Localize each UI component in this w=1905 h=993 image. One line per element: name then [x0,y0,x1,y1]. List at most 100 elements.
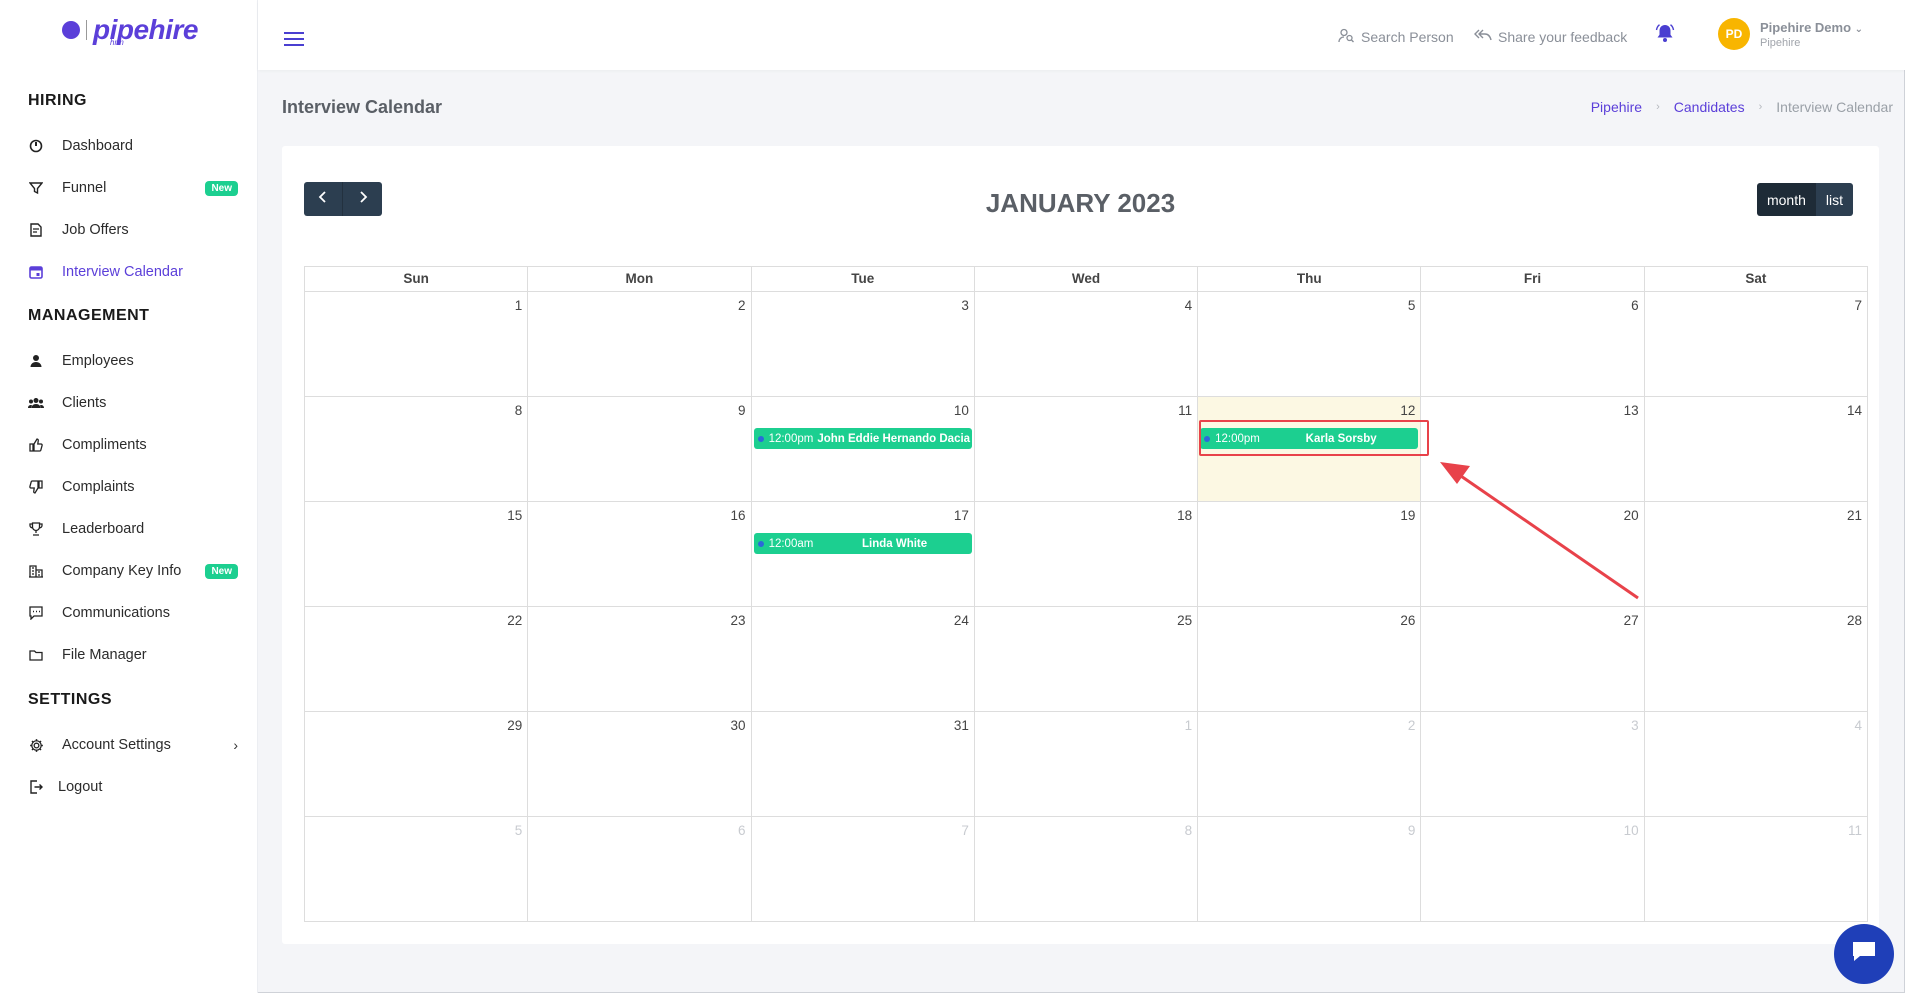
day-number: 21 [1846,508,1862,523]
sidebar-item-clients[interactable]: Clients [28,390,238,416]
calendar-day-today[interactable]: 12 12:00pm Karla Sorsby [1198,397,1422,502]
day-number: 12 [1400,403,1416,418]
calendar-day[interactable]: 5 [1198,292,1422,397]
sidebar-item-job-offers[interactable]: Job Offers [28,217,238,243]
breadcrumb-candidates[interactable]: Candidates [1674,99,1745,115]
calendar-day[interactable]: 16 [528,502,752,607]
calendar-day[interactable]: 18 [974,502,1199,607]
sidebar-item-communications[interactable]: Communications [28,600,238,626]
profile-menu[interactable]: PD Pipehire Demo ⌄ Pipehire [1718,18,1863,50]
day-number: 14 [1846,403,1862,418]
calendar-day[interactable]: 28 [1644,607,1868,712]
profile-name: Pipehire Demo [1760,19,1852,35]
share-feedback-link[interactable]: Share your feedback [1474,28,1627,45]
sidebar-item-dashboard[interactable]: Dashboard [28,133,238,159]
calendar-day[interactable]: 31 [751,712,975,817]
calendar-day[interactable]: 9 [528,397,752,502]
calendar-event[interactable]: 12:00am Linda White [753,533,972,554]
calendar-day-other-month[interactable]: 5 [305,817,529,922]
day-number: 22 [507,613,523,628]
day-number: 15 [507,508,523,523]
calendar-day[interactable]: 14 [1644,397,1868,502]
calendar-day-other-month[interactable]: 10 [1421,817,1645,922]
calendar-day[interactable]: 1 [305,292,529,397]
day-number: 2 [738,298,746,313]
calendar-day-other-month[interactable]: 2 [1198,712,1422,817]
breadcrumb-pipehire[interactable]: Pipehire [1591,99,1642,115]
brand-logo[interactable]: pipehire [62,14,198,46]
new-badge: New [205,563,238,579]
calendar-day[interactable]: 30 [528,712,752,817]
sidebar-item-label: Account Settings [62,737,171,753]
calendar-day-other-month[interactable]: 9 [1198,817,1422,922]
chevron-right-icon: › [233,737,238,753]
search-person-link[interactable]: Search Person [1338,28,1454,46]
sidebar-item-label: Compliments [62,437,147,453]
chat-widget-button[interactable] [1834,924,1894,984]
sidebar-item-label: Dashboard [62,138,133,154]
brand-name: pipehire [93,14,198,45]
calendar-day[interactable]: 8 [305,397,529,502]
calendar-day-other-month[interactable]: 4 [1644,712,1868,817]
calendar-day[interactable]: 2 [528,292,752,397]
calendar-day[interactable]: 19 [1198,502,1422,607]
calendar-day[interactable]: 22 [305,607,529,712]
day-number: 4 [1854,718,1862,733]
calendar-day[interactable]: 10 12:00pm John Eddie Hernando Dacia [751,397,975,502]
calendar-day[interactable]: 7 [1644,292,1868,397]
calendar-day-other-month[interactable]: 3 [1421,712,1645,817]
sidebar-item-compliments[interactable]: Compliments [28,432,238,458]
calendar-event[interactable]: 12:00pm Karla Sorsby [1200,428,1419,449]
day-number: 18 [1177,508,1193,523]
sidebar-item-complaints[interactable]: Complaints [28,474,238,500]
month-view-button[interactable]: month [1756,183,1816,216]
calendar-day[interactable]: 6 [1421,292,1645,397]
calendar-day[interactable]: 24 [751,607,975,712]
calendar-day[interactable]: 13 [1421,397,1645,502]
calendar-day[interactable]: 25 [974,607,1199,712]
calendar-day[interactable]: 17 12:00am Linda White [751,502,975,607]
calendar-day-other-month[interactable]: 1 [974,712,1199,817]
sidebar-item-label: Clients [62,395,107,411]
bell-icon[interactable] [1654,22,1676,44]
sidebar-item-leaderboard[interactable]: Leaderboard [28,516,238,542]
building-icon [28,563,44,579]
sidebar-item-employees[interactable]: Employees [28,348,238,374]
day-number: 5 [1407,298,1416,313]
menu-toggle-icon[interactable] [284,32,304,50]
sidebar-item-company-key-info[interactable]: Company Key Info New [28,558,238,584]
calendar-day[interactable]: 26 [1198,607,1422,712]
calendar-day-other-month[interactable]: 11 [1644,817,1868,922]
sidebar-item-file-manager[interactable]: File Manager [28,642,238,668]
calendar-day[interactable]: 21 [1644,502,1868,607]
calendar-day[interactable]: 29 [305,712,529,817]
day-number: 27 [1623,613,1639,628]
list-view-button[interactable]: list [1815,183,1853,216]
event-dot-icon [1204,435,1211,442]
day-number: 7 [1854,298,1862,313]
day-number: 13 [1623,403,1639,418]
event-time: 12:00pm [1215,432,1260,445]
gear-icon [28,737,44,753]
calendar-day-other-month[interactable]: 6 [528,817,752,922]
sidebar-item-account-settings[interactable]: Account Settings › [28,732,238,758]
event-time: 12:00am [768,537,814,550]
calendar-day[interactable]: 11 [974,397,1199,502]
calendar-day-other-month[interactable]: 7 [751,817,975,922]
calendar-day-other-month[interactable]: 8 [974,817,1199,922]
reply-all-icon [1474,28,1492,45]
day-number: 31 [953,718,969,733]
calendar-day[interactable]: 27 [1421,607,1645,712]
sidebar-item-funnel[interactable]: Funnel New [28,175,238,201]
calendar-event[interactable]: 12:00pm John Eddie Hernando Dacia [753,428,972,449]
chevron-down-icon: ⌄ [1854,23,1864,35]
sidebar-item-label: Logout [58,779,103,795]
calendar-day[interactable]: 23 [528,607,752,712]
calendar-day[interactable]: 4 [974,292,1199,397]
sidebar-item-logout[interactable]: Logout [28,774,238,800]
calendar-day[interactable]: 20 [1421,502,1645,607]
calendar-day[interactable]: 3 [751,292,975,397]
calendar-day[interactable]: 15 [305,502,529,607]
sidebar-item-interview-calendar[interactable]: Interview Calendar [28,259,238,285]
calendar-week: 8 9 10 12:00pm John Eddie Hernando Dacia… [304,397,1868,502]
